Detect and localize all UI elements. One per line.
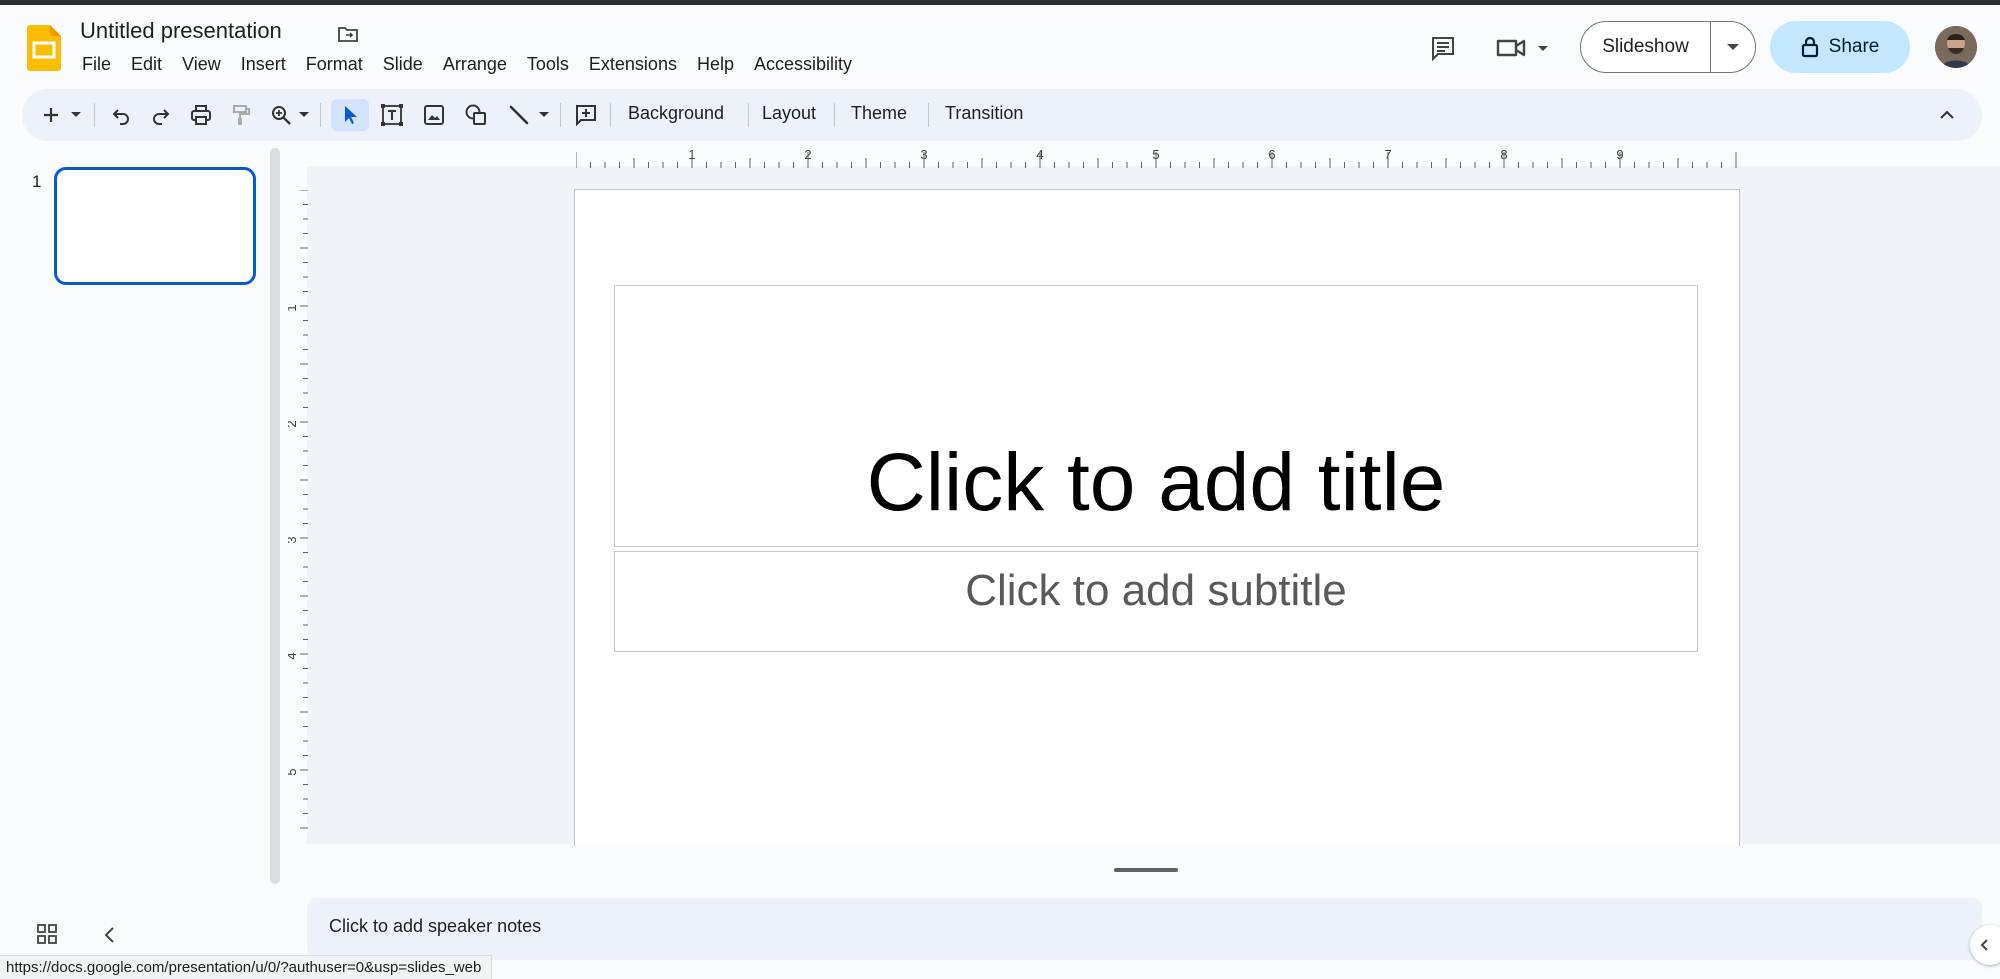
toolbar-divider [320,103,321,127]
share-button[interactable]: Share [1770,21,1910,73]
comments-button[interactable] [1426,31,1460,65]
redo-button[interactable] [146,99,176,131]
hide-menus-button[interactable] [1934,99,1960,131]
speaker-notes-placeholder: Click to add speaker notes [329,916,542,936]
menu-slide[interactable]: Slide [373,52,433,77]
undo-icon [112,109,129,125]
slide-thumbnail[interactable] [54,167,256,285]
add-comment-button[interactable] [570,99,602,131]
menu-accessibility[interactable]: Accessibility [744,52,862,77]
insert-image-button[interactable] [418,99,450,131]
text-box-button[interactable] [376,99,408,131]
undo-button[interactable] [106,99,136,131]
select-tool-button[interactable] [331,99,369,131]
vruler-label-1: 1 [288,304,299,311]
chevron-up-icon [1940,110,1954,119]
grid-view-button[interactable] [36,923,58,950]
slideshow-button[interactable]: Slideshow [1580,21,1756,73]
slides-logo-icon[interactable] [27,25,61,71]
zoom-icon [272,106,291,125]
meet-button[interactable] [1494,31,1552,65]
filmstrip-scrollbar[interactable] [270,148,280,884]
layout-button[interactable]: Layout [762,103,816,124]
account-avatar[interactable] [1935,26,1977,68]
menu-view[interactable]: View [172,52,231,77]
new-slide-dropdown[interactable] [68,99,84,131]
lock-icon [1801,36,1818,58]
comment-icon [1432,37,1454,62]
chevron-down-icon [1727,44,1739,50]
slide-number: 1 [32,172,42,191]
title-placeholder[interactable]: Click to add title [614,285,1698,547]
plus-icon [44,108,58,122]
transition-button[interactable]: Transition [945,103,1023,124]
chevron-down-icon [71,112,81,117]
vertical-ruler: 1 2 3 4 5 [288,190,308,829]
menu-format[interactable]: Format [296,52,373,77]
title-placeholder-text: Click to add title [866,437,1446,528]
chevron-down-icon [299,112,309,117]
toolbar-divider [610,103,611,127]
toolbar-divider [94,103,95,127]
add-comment-icon [576,105,596,126]
menu-extensions[interactable]: Extensions [579,52,687,77]
line-icon [509,105,529,125]
slideshow-label[interactable]: Slideshow [1581,36,1710,58]
background-button[interactable]: Background [628,103,724,124]
new-slide-button[interactable] [38,99,64,131]
menu-bar: File Edit View Insert Format Slide Arran… [72,52,862,77]
menu-file[interactable]: File [72,52,121,77]
vruler-label-3: 3 [288,536,299,543]
vruler-label-5: 5 [288,768,299,775]
speaker-notes[interactable]: Click to add speaker notes [307,898,1982,960]
print-button[interactable] [186,99,216,131]
vruler-label-4: 4 [288,652,299,659]
cursor-arrow-icon [345,106,357,124]
text-box-icon [381,104,403,126]
slideshow-dropdown[interactable] [1711,43,1755,51]
toolbar-divider [834,103,835,127]
menu-insert[interactable]: Insert [231,52,296,77]
image-icon [424,105,444,125]
chevron-left-icon [1980,939,1988,951]
horizontal-ruler: 1 2 3 4 5 6 7 8 9 [576,148,1737,168]
line-button[interactable] [504,99,534,131]
subtitle-placeholder[interactable]: Click to add subtitle [614,551,1698,652]
status-bar-url: https://docs.google.com/presentation/u/0… [0,955,493,979]
redo-icon [153,109,170,125]
menu-edit[interactable]: Edit [121,52,172,77]
document-title[interactable]: Untitled presentation [80,18,282,44]
toolbar-divider [928,103,929,127]
window-top-strip [0,0,2000,5]
toolbar: Background Layout Theme Transition [22,89,1982,141]
menu-help[interactable]: Help [687,52,744,77]
chevron-down-icon [539,112,549,117]
menu-arrange[interactable]: Arrange [433,52,517,77]
toolbar-divider [748,103,749,127]
subtitle-placeholder-text: Click to add subtitle [965,566,1347,615]
menu-tools[interactable]: Tools [517,52,579,77]
line-dropdown[interactable] [536,99,552,131]
grid-view-icon [37,924,57,944]
hide-filmstrip-button[interactable] [100,925,120,950]
move-folder-icon[interactable] [336,22,360,46]
zoom-dropdown[interactable] [296,99,312,131]
zoom-button[interactable] [268,99,294,131]
printer-icon [191,105,211,125]
user-photo-icon [1935,26,1977,68]
share-label: Share [1828,36,1880,57]
paint-format-button[interactable] [226,99,256,131]
vruler-label-2: 2 [288,420,299,427]
video-camera-icon [1496,39,1548,57]
paint-roller-icon [233,105,250,125]
chevron-left-icon [104,927,114,943]
shape-button[interactable] [460,99,492,131]
toolbar-divider [560,103,561,127]
shapes-icon [465,104,486,125]
theme-button[interactable]: Theme [851,103,907,124]
notes-resize-handle[interactable] [1114,868,1178,872]
